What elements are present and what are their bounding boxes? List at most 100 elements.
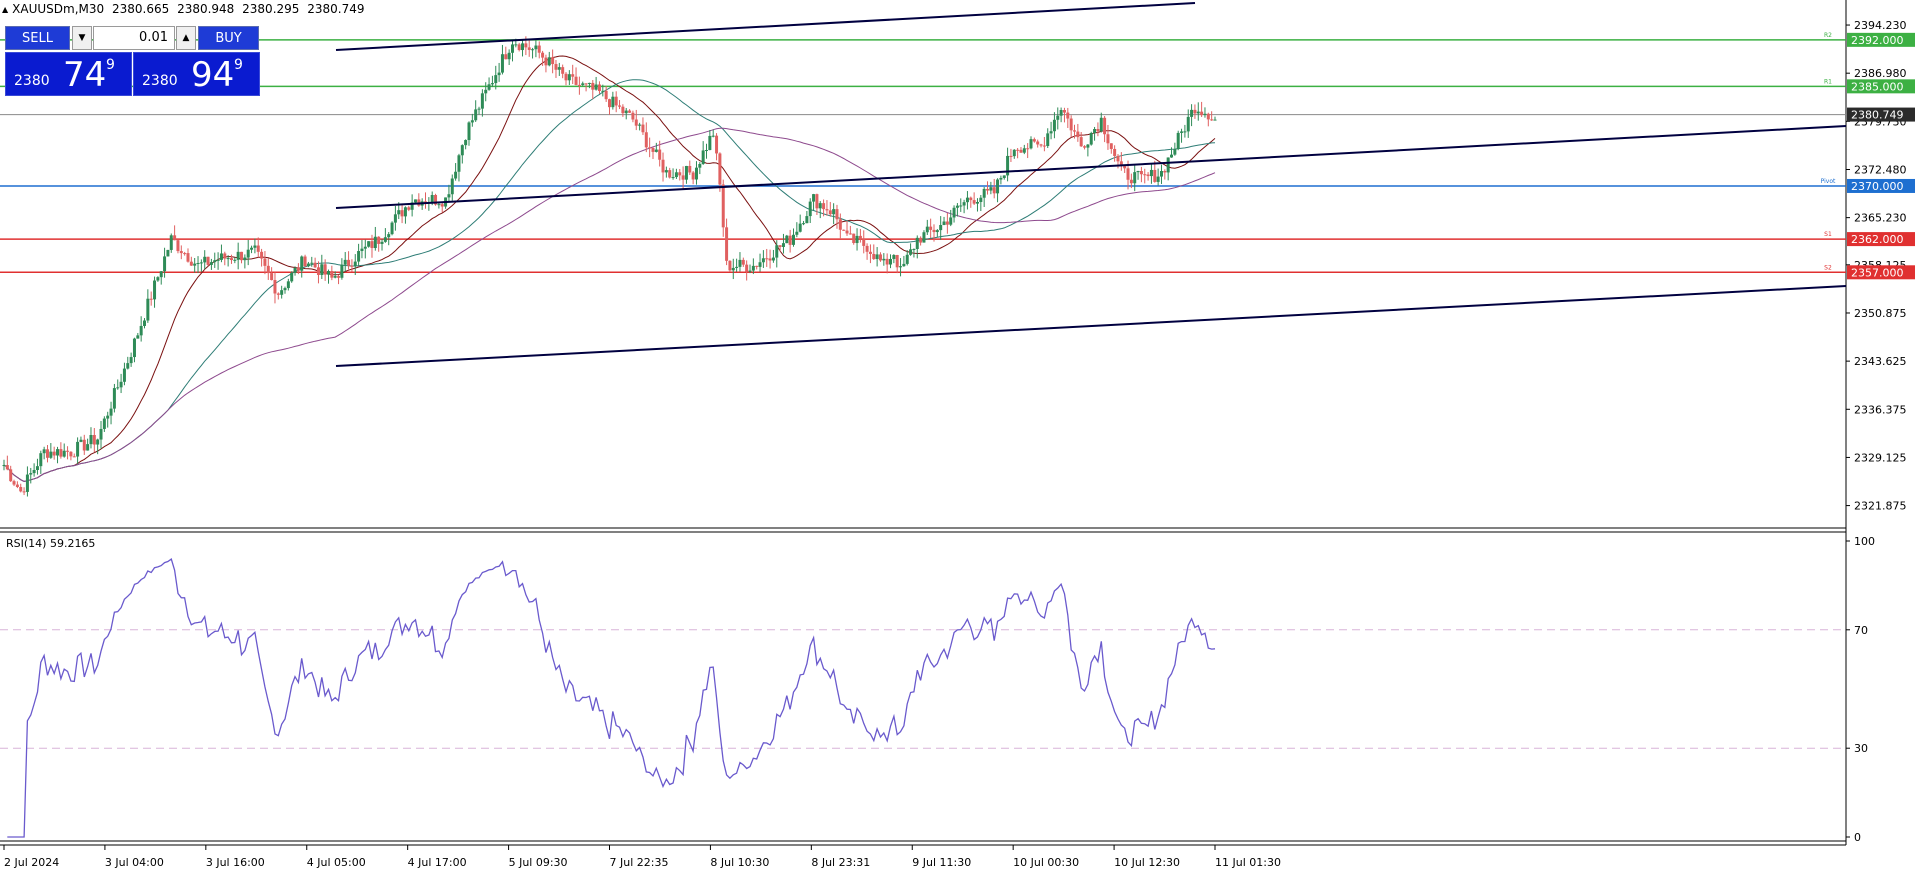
candle-body bbox=[554, 64, 558, 70]
candle-body bbox=[79, 439, 83, 442]
candle-body bbox=[905, 254, 909, 264]
trendline-lower[interactable] bbox=[335, 285, 1847, 367]
time-tick-label: 11 Jul 01:30 bbox=[1215, 856, 1281, 869]
candle-body bbox=[594, 84, 598, 90]
candle-body bbox=[337, 276, 341, 278]
candle-body bbox=[1056, 115, 1060, 120]
candle-body bbox=[370, 241, 374, 249]
candle-body bbox=[577, 84, 581, 86]
sell-button[interactable]: SELL bbox=[5, 26, 70, 50]
candle-body bbox=[383, 237, 387, 242]
candle-body bbox=[464, 140, 468, 146]
candle-body bbox=[1093, 129, 1097, 134]
candle-body bbox=[587, 82, 591, 84]
candle-body bbox=[484, 89, 488, 94]
chart-header: ▲ XAUUSDm,M30 2380.665 2380.948 2380.295 … bbox=[2, 2, 369, 16]
candle-body bbox=[651, 148, 655, 152]
trendline-upper[interactable] bbox=[335, 2, 1196, 51]
candle-body bbox=[698, 164, 702, 168]
candle-body bbox=[1046, 133, 1050, 147]
candle-body bbox=[705, 150, 709, 152]
candle-body bbox=[798, 223, 802, 232]
candle-body bbox=[748, 270, 752, 272]
candle-body bbox=[380, 241, 384, 244]
candle-body bbox=[929, 226, 933, 230]
time-axis: 2 Jul 2024 3 Jul 04:00 3 Jul 16:00 4 Jul 05… bbox=[3, 845, 1281, 869]
candle-body bbox=[1210, 119, 1214, 121]
lot-size-input[interactable]: 0.01 bbox=[93, 26, 175, 50]
candle-body bbox=[15, 484, 19, 487]
lot-increase-icon[interactable]: ▲ bbox=[176, 26, 196, 50]
sell-price-box[interactable]: 2380 74 9 bbox=[5, 52, 132, 96]
candle-body bbox=[832, 209, 836, 215]
candle-body bbox=[1186, 116, 1190, 132]
candle-body bbox=[755, 265, 759, 267]
candle-body bbox=[66, 450, 70, 452]
candle-body bbox=[1099, 117, 1103, 132]
candle-body bbox=[932, 229, 936, 233]
candle-body bbox=[641, 124, 645, 133]
price-chart[interactable]: R2R1PivotS1S2 2394.2302386.9802379.73023… bbox=[0, 0, 1916, 874]
candle-body bbox=[296, 268, 300, 271]
candle-body bbox=[949, 217, 953, 225]
candle-body bbox=[514, 44, 518, 46]
candle-body bbox=[1173, 149, 1177, 155]
candle-body bbox=[1133, 172, 1137, 184]
candle-body bbox=[313, 262, 317, 268]
candle-body bbox=[815, 194, 819, 209]
candle-body bbox=[537, 45, 541, 53]
price-axis: 2394.2302386.9802379.7302372.4802365.230… bbox=[1846, 19, 1915, 513]
candle-body bbox=[1076, 131, 1080, 138]
rsi-tick-label: 0 bbox=[1854, 831, 1861, 844]
candle-body bbox=[357, 251, 361, 262]
candle-body bbox=[584, 83, 588, 85]
candle-body bbox=[678, 172, 682, 176]
candle-body bbox=[229, 258, 233, 261]
candle-body bbox=[527, 47, 531, 50]
candle-body bbox=[992, 187, 996, 194]
candle-body bbox=[945, 221, 949, 225]
lot-decrease-icon[interactable]: ▼ bbox=[72, 26, 92, 50]
level-price-label: 2370.000 bbox=[1851, 180, 1904, 193]
candle-body bbox=[112, 388, 116, 409]
candle-body bbox=[25, 474, 29, 492]
price-tick-label: 2394.230 bbox=[1854, 19, 1907, 32]
candle-body bbox=[835, 209, 839, 220]
price-tick-label: 2329.125 bbox=[1854, 451, 1907, 464]
buy-button[interactable]: BUY bbox=[198, 26, 259, 50]
trendlines[interactable] bbox=[335, 2, 1847, 367]
candle-body bbox=[1143, 174, 1147, 176]
candle-body bbox=[638, 124, 642, 126]
candle-body bbox=[935, 230, 939, 233]
buy-price-box[interactable]: 2380 94 9 bbox=[133, 52, 260, 96]
level-tag: Pivot bbox=[1821, 178, 1836, 185]
candle-body bbox=[812, 194, 816, 202]
candle-body bbox=[219, 253, 223, 260]
sell-price-big: 74 bbox=[63, 55, 107, 95]
rsi-tick-label: 70 bbox=[1854, 624, 1868, 637]
rsi-tick-label: 30 bbox=[1854, 742, 1868, 755]
candle-body bbox=[778, 245, 782, 247]
candle-body bbox=[758, 262, 762, 267]
candle-body bbox=[52, 451, 56, 456]
candle-body bbox=[1069, 118, 1073, 131]
candle-body bbox=[999, 177, 1003, 180]
candles-layer bbox=[2, 36, 1217, 497]
candle-body bbox=[186, 253, 190, 262]
candle-body bbox=[343, 259, 347, 265]
candle-body bbox=[347, 259, 351, 266]
candle-body bbox=[323, 264, 327, 275]
candle-body bbox=[45, 449, 49, 458]
candle-body bbox=[765, 258, 769, 260]
candle-body bbox=[942, 221, 946, 225]
candle-body bbox=[403, 207, 407, 217]
candle-body bbox=[102, 418, 106, 429]
candle-body bbox=[89, 435, 93, 445]
candle-body bbox=[467, 122, 471, 141]
time-tick-label: 8 Jul 10:30 bbox=[710, 856, 769, 869]
candle-body bbox=[216, 259, 220, 261]
candle-body bbox=[213, 260, 217, 263]
candle-body bbox=[9, 469, 13, 482]
time-tick-label: 8 Jul 23:31 bbox=[811, 856, 870, 869]
candle-body bbox=[668, 170, 672, 178]
